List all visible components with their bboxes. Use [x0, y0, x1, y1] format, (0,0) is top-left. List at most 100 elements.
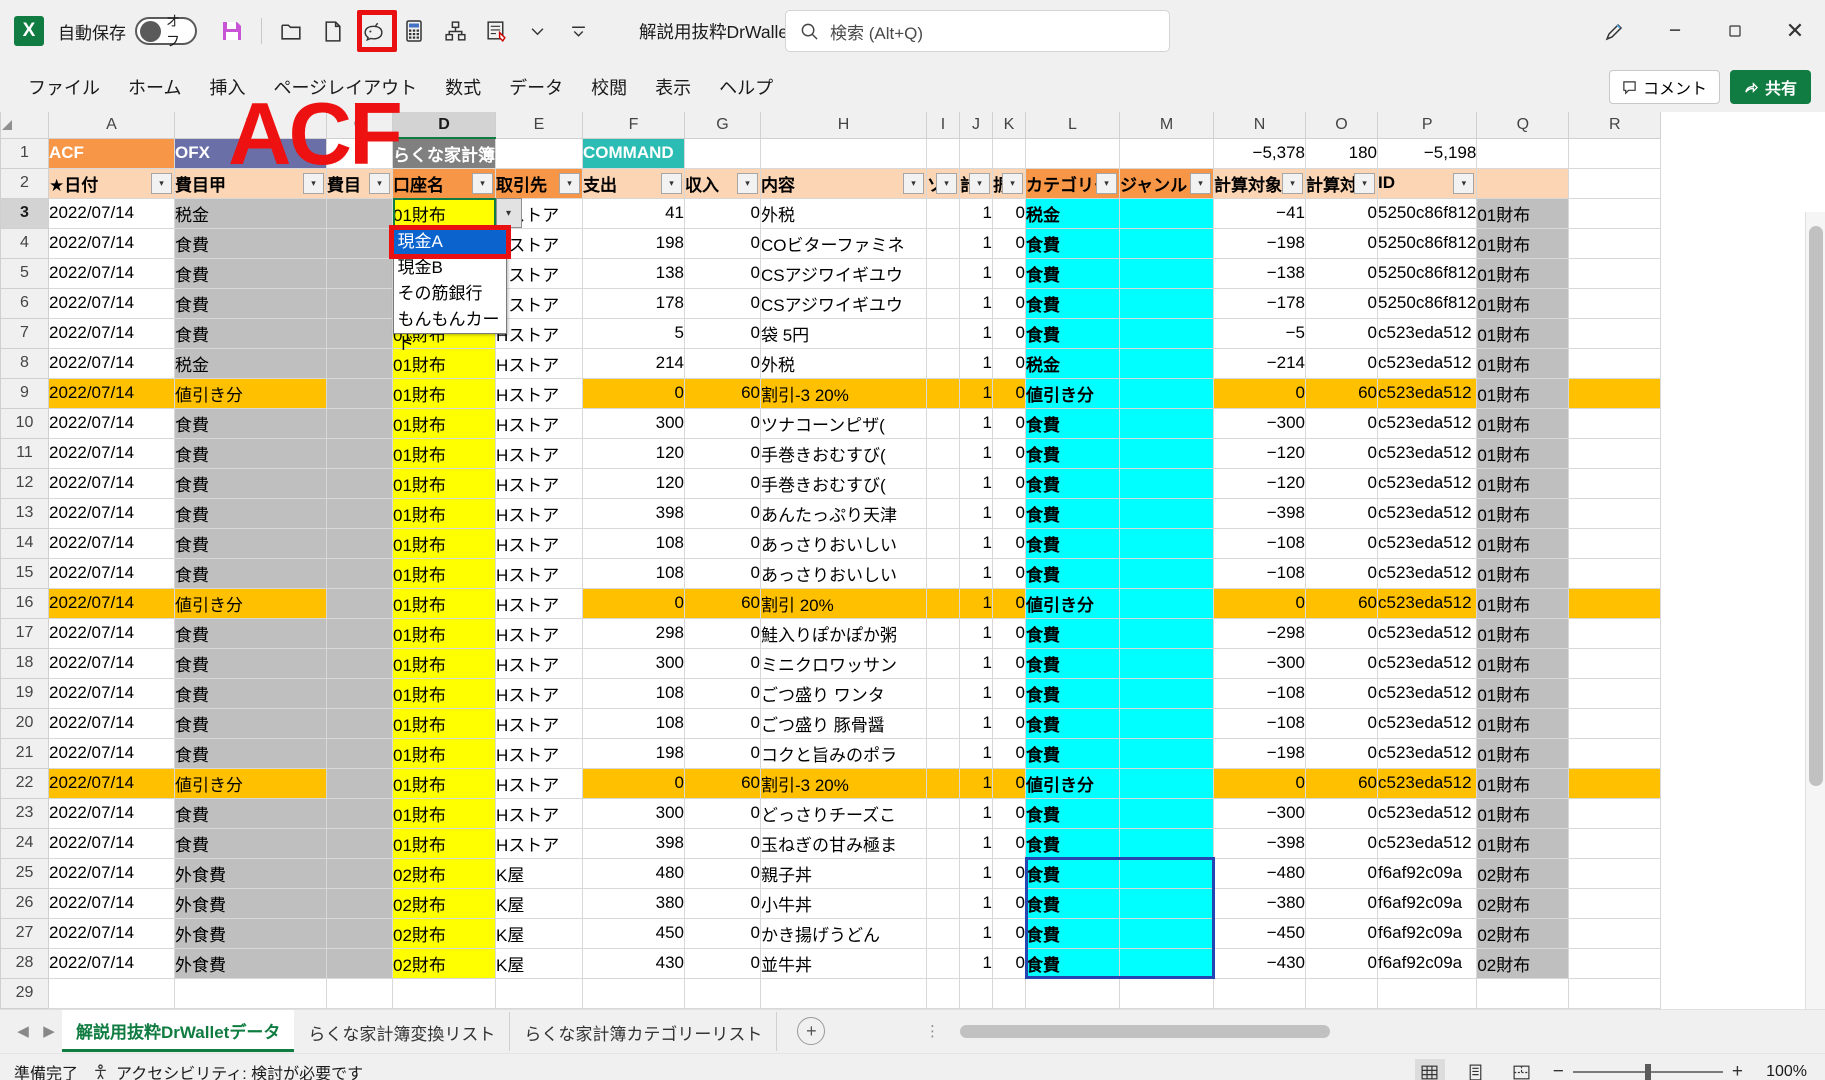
- cell-G20[interactable]: 0: [684, 708, 761, 739]
- close-button[interactable]: ✕: [1765, 0, 1825, 62]
- cell-H18[interactable]: ミニクロワッサン: [760, 648, 927, 679]
- cell-C25[interactable]: [326, 858, 393, 889]
- row-header-15[interactable]: 15: [0, 557, 49, 589]
- cell-E13[interactable]: Hストア: [495, 498, 583, 529]
- page-break-icon[interactable]: [1507, 1059, 1537, 1080]
- cell-P29[interactable]: [1377, 978, 1478, 1009]
- dropdown-item-2[interactable]: その筋銀行: [394, 281, 506, 307]
- cell-J21[interactable]: 1: [959, 738, 993, 769]
- cell-L15[interactable]: 食費: [1025, 558, 1120, 589]
- share-button[interactable]: 共有: [1729, 70, 1811, 104]
- cell-O5[interactable]: 0: [1305, 258, 1378, 289]
- cell-O28[interactable]: 0: [1305, 948, 1378, 979]
- cell-I6[interactable]: [926, 288, 960, 319]
- cell-N21[interactable]: −198: [1213, 738, 1306, 769]
- filter-dropdown-a[interactable]: ▾: [151, 172, 172, 194]
- table-row[interactable]: 52022/07/14食費01財布Hストア1380CSアジワイギユウ10食費−1…: [0, 257, 1662, 289]
- cell-I15[interactable]: [926, 558, 960, 589]
- cell-F1[interactable]: COMMAND: [582, 138, 685, 169]
- cell-I13[interactable]: [926, 498, 960, 529]
- cell-D2[interactable]: 口座名 ▾: [392, 168, 496, 199]
- cell-A29[interactable]: [48, 978, 175, 1009]
- horizontal-scroll-thumb[interactable]: [960, 1025, 1330, 1038]
- cell-M2[interactable]: ジャンル ▾: [1119, 168, 1214, 199]
- cell-M13[interactable]: [1119, 498, 1214, 529]
- cell-A8[interactable]: 2022/07/14: [48, 348, 175, 379]
- cell-R4[interactable]: [1568, 228, 1662, 259]
- cell-O21[interactable]: 0: [1305, 738, 1378, 769]
- cell-E1[interactable]: [495, 138, 583, 169]
- cell-L11[interactable]: 食費: [1025, 438, 1120, 469]
- cell-P13[interactable]: c523eda512: [1377, 498, 1478, 529]
- cell-dropdown-button[interactable]: ▾: [495, 198, 522, 228]
- cell-N17[interactable]: −298: [1213, 618, 1306, 649]
- cell-M6[interactable]: [1119, 288, 1214, 319]
- vertical-scroll-thumb[interactable]: [1809, 226, 1823, 786]
- table-row[interactable]: 14 2022/07/14 食費 01財布 Hストア 108 0 あっさりおいしい 1 0 食費 −1…: [0, 527, 1662, 559]
- cell-A13[interactable]: 2022/07/14: [48, 498, 175, 529]
- cell-J4[interactable]: 1: [959, 228, 993, 259]
- cell-L21[interactable]: 食費: [1025, 738, 1120, 769]
- cell-Q1[interactable]: [1476, 138, 1570, 169]
- cell-J15[interactable]: 1: [959, 558, 993, 589]
- cell-P5[interactable]: 5250c86f812: [1377, 258, 1478, 289]
- cell-E10[interactable]: Hストア: [495, 408, 583, 439]
- cell-Q19[interactable]: 01財布: [1476, 678, 1570, 709]
- cell-K9[interactable]: 0: [992, 378, 1026, 409]
- cell-A3[interactable]: 2022/07/14: [48, 198, 175, 229]
- table-row[interactable]: 8 2022/07/14 税金 01財布 Hストア 214 0 外税 1 0 税金 −214 0 c523…: [0, 347, 1662, 379]
- cell-A10[interactable]: 2022/07/14: [48, 408, 175, 439]
- cell-A5[interactable]: 2022/07/14: [48, 258, 175, 289]
- cell-L8[interactable]: 税金: [1025, 348, 1120, 379]
- cell-F27[interactable]: 450: [582, 918, 685, 949]
- row-header-29[interactable]: 29: [0, 977, 49, 1009]
- cell-D22[interactable]: 01財布: [392, 768, 496, 799]
- cell-A2[interactable]: ★日付 ▾: [48, 168, 175, 199]
- cell-P16[interactable]: c523eda512: [1377, 588, 1478, 619]
- cell-G11[interactable]: 0: [684, 438, 761, 469]
- cell-I2[interactable]: ソ▾: [926, 168, 960, 199]
- cell-J8[interactable]: 1: [959, 348, 993, 379]
- table-row[interactable]: 17 2022/07/14 食費 01財布 Hストア 298 0 鮭入りぽかぽか粥 1 0 食費 −2…: [0, 617, 1662, 649]
- cell-K20[interactable]: 0: [992, 708, 1026, 739]
- row-header-11[interactable]: 11: [0, 437, 49, 469]
- cell-A23[interactable]: 2022/07/14: [48, 798, 175, 829]
- cell-G22[interactable]: 60: [684, 768, 761, 799]
- cell-E27[interactable]: K屋: [495, 918, 583, 949]
- cell-F22[interactable]: 0: [582, 768, 685, 799]
- table-row[interactable]: 18 2022/07/14 食費 01財布 Hストア 300 0 ミニクロワッサン 1 0 食費 −3…: [0, 647, 1662, 679]
- cell-Q2[interactable]: [1476, 168, 1570, 199]
- cell-G21[interactable]: 0: [684, 738, 761, 769]
- cell-N10[interactable]: −300: [1213, 408, 1306, 439]
- cell-J20[interactable]: 1: [959, 708, 993, 739]
- row-header-4[interactable]: 4: [0, 227, 49, 259]
- cell-O11[interactable]: 0: [1305, 438, 1378, 469]
- table-row[interactable]: 13 2022/07/14 食費 01財布 Hストア 398 0 あんたっぷり天津 1 0 食費 −3…: [0, 497, 1662, 529]
- cell-J14[interactable]: 1: [959, 528, 993, 559]
- cell-O6[interactable]: 0: [1305, 288, 1378, 319]
- cell-G10[interactable]: 0: [684, 408, 761, 439]
- cell-G16[interactable]: 60: [684, 588, 761, 619]
- zoom-level-label[interactable]: 100%: [1759, 1063, 1807, 1080]
- cell-P25[interactable]: f6af92c09a: [1377, 858, 1478, 889]
- cell-E22[interactable]: Hストア: [495, 768, 583, 799]
- cell-A4[interactable]: 2022/07/14: [48, 228, 175, 259]
- cell-L19[interactable]: 食費: [1025, 678, 1120, 709]
- cell-G17[interactable]: 0: [684, 618, 761, 649]
- cell-D19[interactable]: 01財布: [392, 678, 496, 709]
- cell-N2[interactable]: 計算対象 ▾: [1213, 168, 1306, 199]
- table-row[interactable]: 16 2022/07/14 値引き分 01財布 Hストア 0 60 割引 20% 1 0 値引き分 0…: [0, 587, 1662, 619]
- cell-P9[interactable]: c523eda512: [1377, 378, 1478, 409]
- cell-H28[interactable]: 並牛丼: [760, 948, 927, 979]
- cell-D25[interactable]: 02財布: [392, 858, 496, 889]
- cell-G23[interactable]: 0: [684, 798, 761, 829]
- cell-G6[interactable]: 0: [684, 288, 761, 319]
- cell-G7[interactable]: 0: [684, 318, 761, 349]
- cell-L6[interactable]: 食費: [1025, 288, 1120, 319]
- horizontal-scrollbar[interactable]: [946, 1022, 1805, 1040]
- table-row[interactable]: 15 2022/07/14 食費 01財布 Hストア 108 0 あっさりおいしい 1 0 食費 −1…: [0, 557, 1662, 589]
- cell-H9[interactable]: 割引-3 20%: [760, 378, 927, 409]
- cell-Q6[interactable]: 01財布: [1476, 288, 1570, 319]
- cell-R20[interactable]: [1568, 708, 1662, 739]
- cell-O25[interactable]: 0: [1305, 858, 1378, 889]
